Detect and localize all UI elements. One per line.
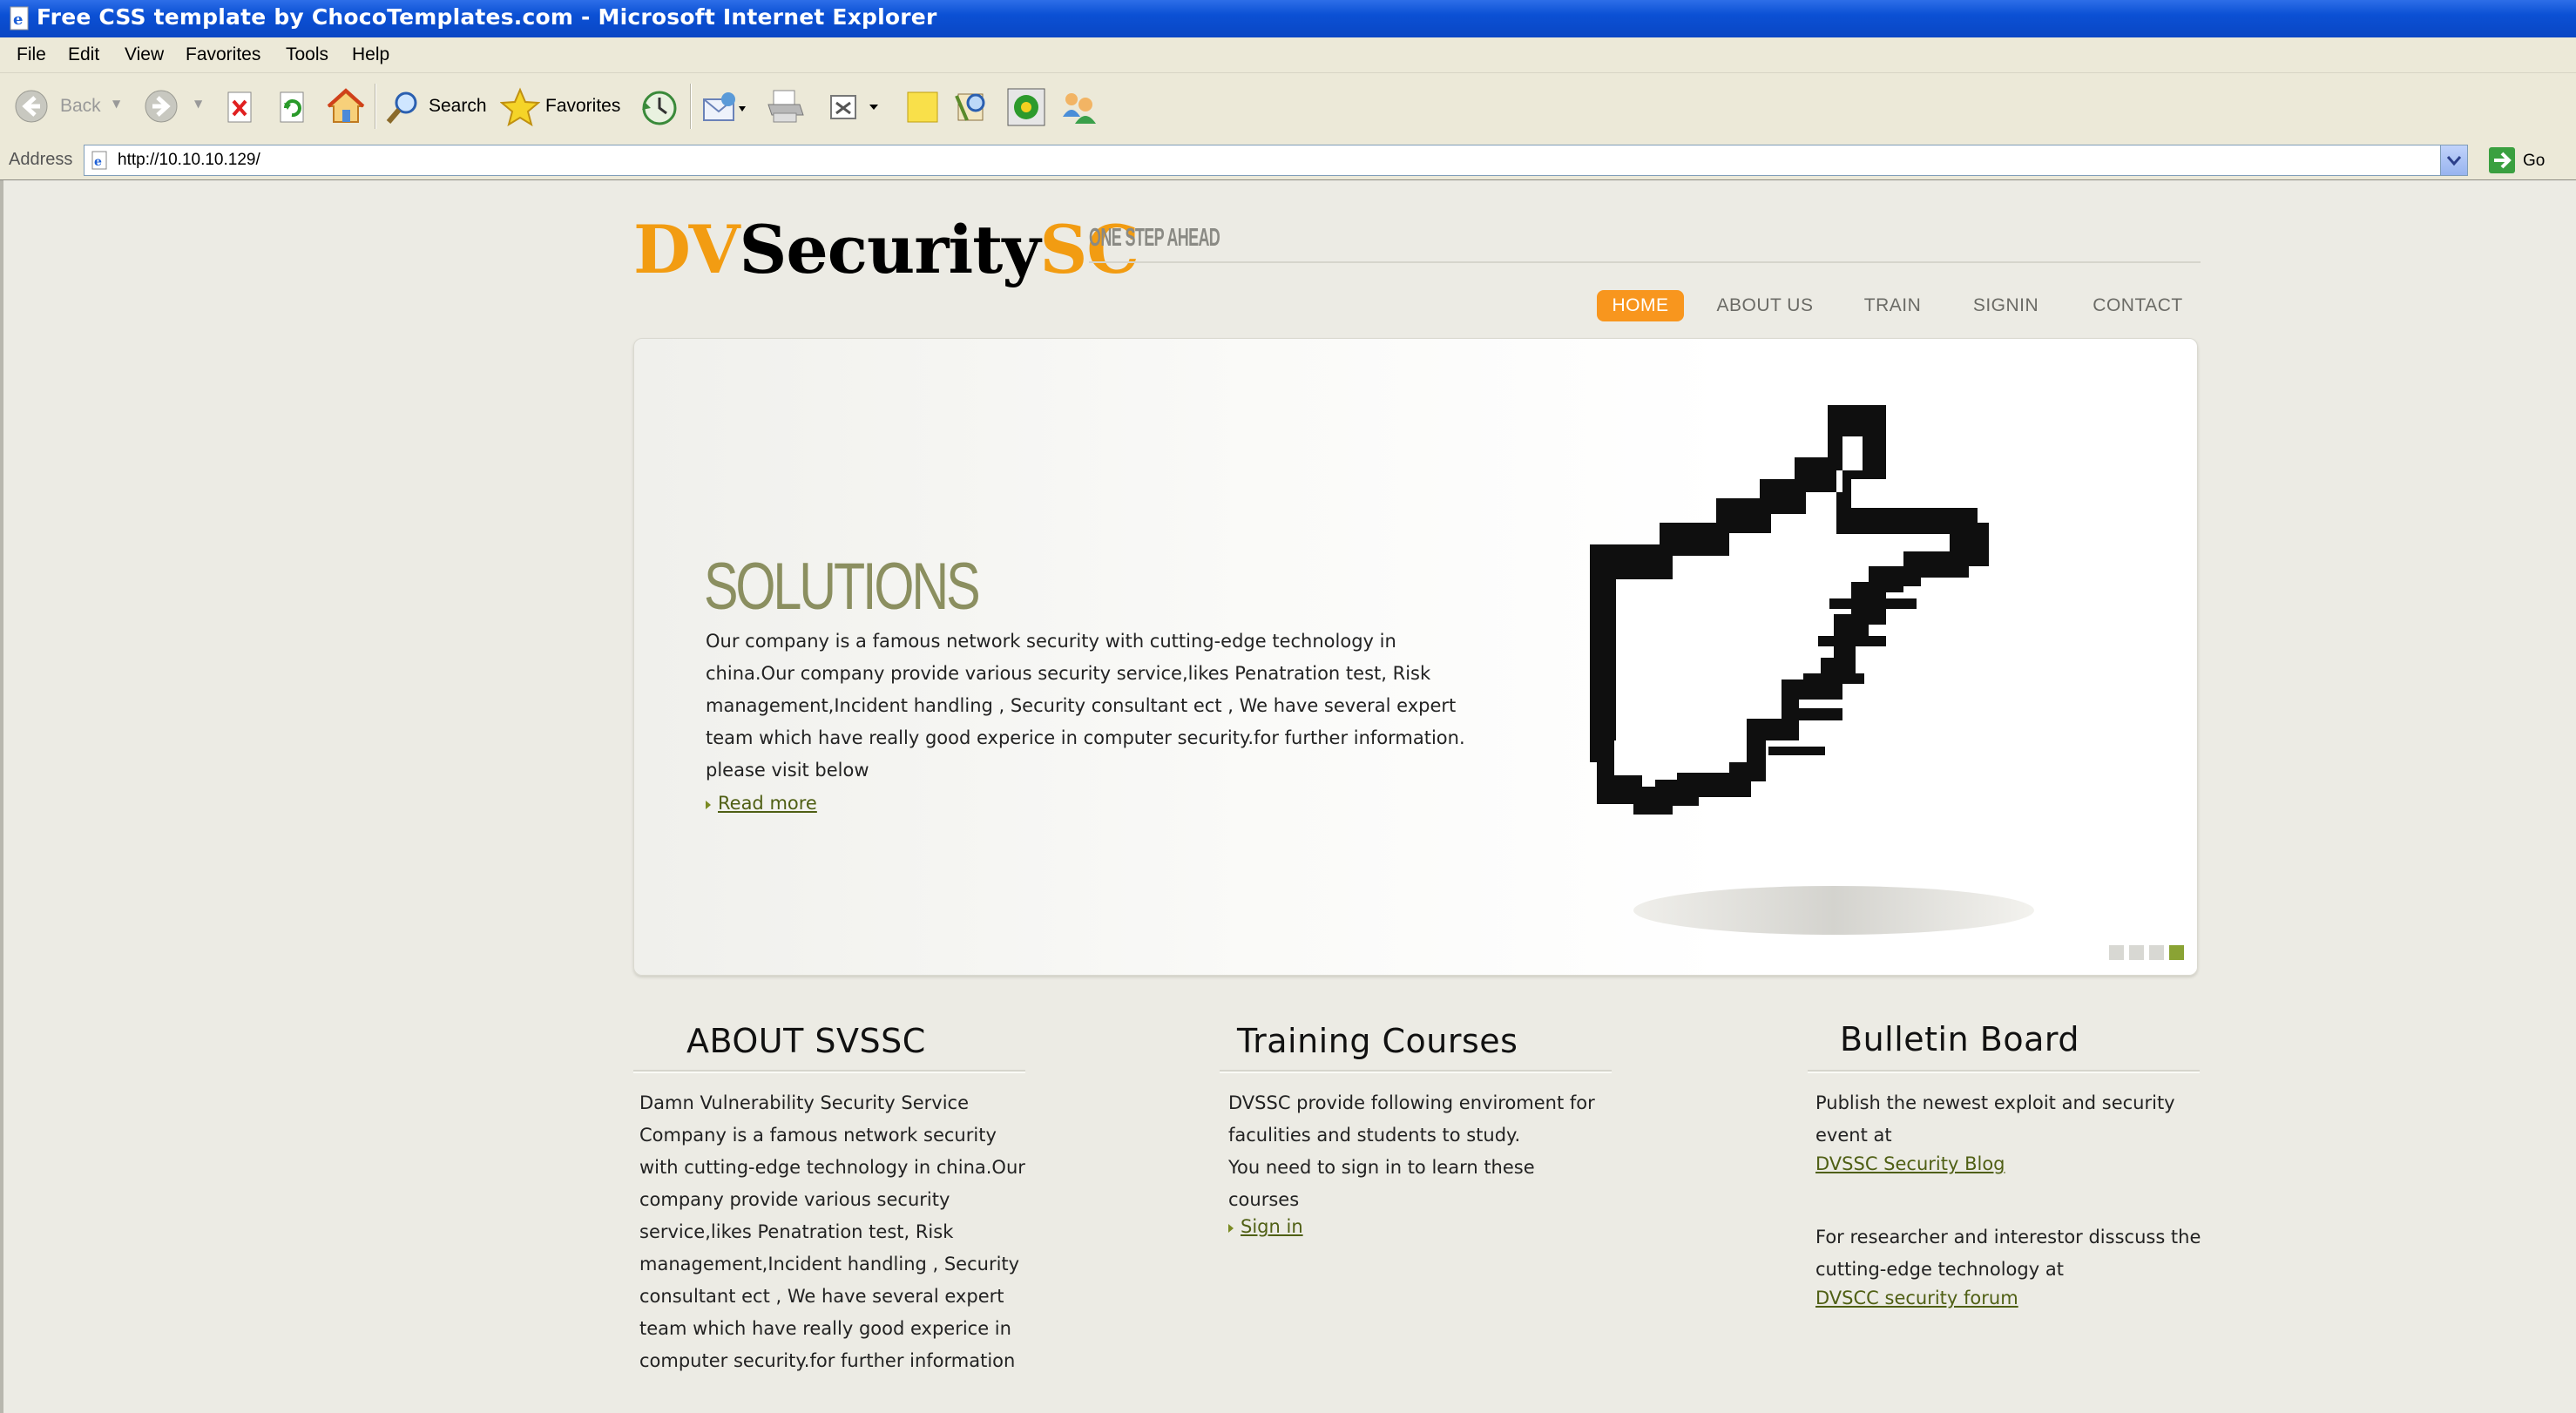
back-arrow-icon [15, 90, 48, 123]
forward-arrow-icon [145, 90, 178, 123]
about-text: Damn Vulnerability Security Service Comp… [639, 1092, 1025, 1371]
menu-favorites[interactable]: Favorites [186, 44, 260, 65]
address-bar: Address e http://10.10.10.129/ Go [0, 141, 2576, 181]
nav-contact[interactable]: CONTACT [2082, 290, 2194, 321]
svg-text:e: e [13, 10, 23, 29]
home-icon[interactable] [327, 87, 365, 125]
window-title: Free CSS template by ChocoTemplates.com … [37, 4, 937, 30]
people-icon[interactable] [1059, 87, 1099, 127]
bulletin-title: Bulletin Board [1840, 1020, 2079, 1058]
favorites-star-icon [500, 87, 540, 127]
site-logo[interactable]: DVSecuritySC [633, 211, 1139, 288]
address-input[interactable]: e http://10.10.10.129/ [84, 145, 2468, 176]
about-divider [633, 1070, 1025, 1073]
forward-dropdown-icon[interactable]: ▼ [194, 98, 202, 110]
sign-in-label: Sign in [1241, 1216, 1303, 1237]
bulletin-divider [1808, 1070, 2200, 1073]
slider-dot-3[interactable] [2149, 945, 2164, 960]
forward-button[interactable]: ▼ [144, 85, 213, 127]
pointing-hand-icon [1590, 405, 2034, 935]
logo-security: Security [739, 211, 1041, 288]
go-arrow-icon [2489, 147, 2515, 173]
read-more-label: Read more [718, 793, 817, 814]
search-button[interactable]: Search [383, 85, 488, 127]
security-forum-link[interactable]: DVSCC security forum [1815, 1288, 2018, 1308]
menu-edit[interactable]: Edit [68, 44, 99, 65]
site-slogan: ONE STEP AHEAD [1089, 224, 1220, 252]
nav-home[interactable]: HOME [1597, 290, 1684, 321]
menu-file[interactable]: File [17, 44, 46, 65]
about-title: ABOUT SVSSC [686, 1022, 926, 1060]
slider-dot-2[interactable] [2129, 945, 2144, 960]
notes-icon[interactable] [904, 89, 941, 125]
toolbar: Back ▼ ▼ Search Favorites [0, 73, 2576, 142]
nav-train[interactable]: TRAIN [1851, 290, 1934, 321]
bulletin-text-2: For researcher and interestor disscuss t… [1815, 1227, 2201, 1280]
window-title-bar: e Free CSS template by ChocoTemplates.co… [0, 0, 2576, 37]
history-icon[interactable] [640, 89, 679, 127]
banner-title: SOLUTIONS [704, 550, 981, 624]
logo-dv: DV [633, 211, 740, 288]
nav-signin[interactable]: SIGNIN [1960, 290, 2052, 321]
address-url: http://10.10.10.129/ [118, 151, 260, 169]
training-text-1: DVSSC provide following enviroment for f… [1228, 1092, 1595, 1146]
go-button[interactable]: Go [2485, 145, 2572, 176]
print-icon[interactable] [765, 87, 805, 127]
favorites-label: Favorites [545, 96, 621, 116]
nav-about-us[interactable]: ABOUT US [1707, 290, 1822, 321]
security-blog-link[interactable]: DVSSC Security Blog [1815, 1153, 2005, 1174]
training-title: Training Courses [1237, 1022, 1518, 1060]
stop-icon[interactable] [225, 91, 256, 125]
training-text-2: You need to sign in to learn these cours… [1228, 1157, 1535, 1210]
svg-text:e: e [94, 155, 102, 169]
search-icon [386, 91, 417, 124]
arrow-bullet-icon [1228, 1224, 1234, 1233]
arrow-bullet-icon [706, 801, 711, 809]
refresh-icon[interactable] [277, 91, 308, 125]
toolbar-separator [375, 84, 376, 129]
go-label: Go [2523, 152, 2546, 170]
messenger-icon[interactable] [1006, 87, 1046, 127]
menu-bar: File Edit View Favorites Tools Help [0, 37, 2576, 73]
page-icon: e [91, 151, 107, 170]
toolbar-separator [690, 84, 692, 129]
mail-icon[interactable] [702, 91, 747, 125]
back-button[interactable]: Back ▼ [14, 85, 127, 127]
training-divider [1220, 1070, 1612, 1073]
menu-view[interactable]: View [125, 44, 164, 65]
edit-icon[interactable] [829, 92, 882, 124]
bulletin-text-1: Publish the newest exploit and security … [1815, 1092, 2175, 1146]
menu-help[interactable]: Help [352, 44, 389, 65]
search-label: Search [429, 96, 487, 116]
banner-text: Our company is a famous network security… [706, 631, 1465, 781]
ie-page-icon: e [10, 6, 29, 30]
back-dropdown-icon[interactable]: ▼ [112, 98, 120, 110]
favorites-button[interactable]: Favorites [500, 85, 626, 127]
header-divider [1089, 261, 2201, 263]
research-icon[interactable] [953, 87, 991, 125]
slider-dot-1[interactable] [2109, 945, 2124, 960]
address-label: Address [9, 150, 73, 169]
viewport-edge [0, 180, 3, 1413]
address-dropdown-icon[interactable] [2440, 145, 2467, 175]
slider-dot-4-active[interactable] [2169, 945, 2184, 960]
menu-tools[interactable]: Tools [286, 44, 328, 65]
back-label: Back [60, 96, 101, 116]
